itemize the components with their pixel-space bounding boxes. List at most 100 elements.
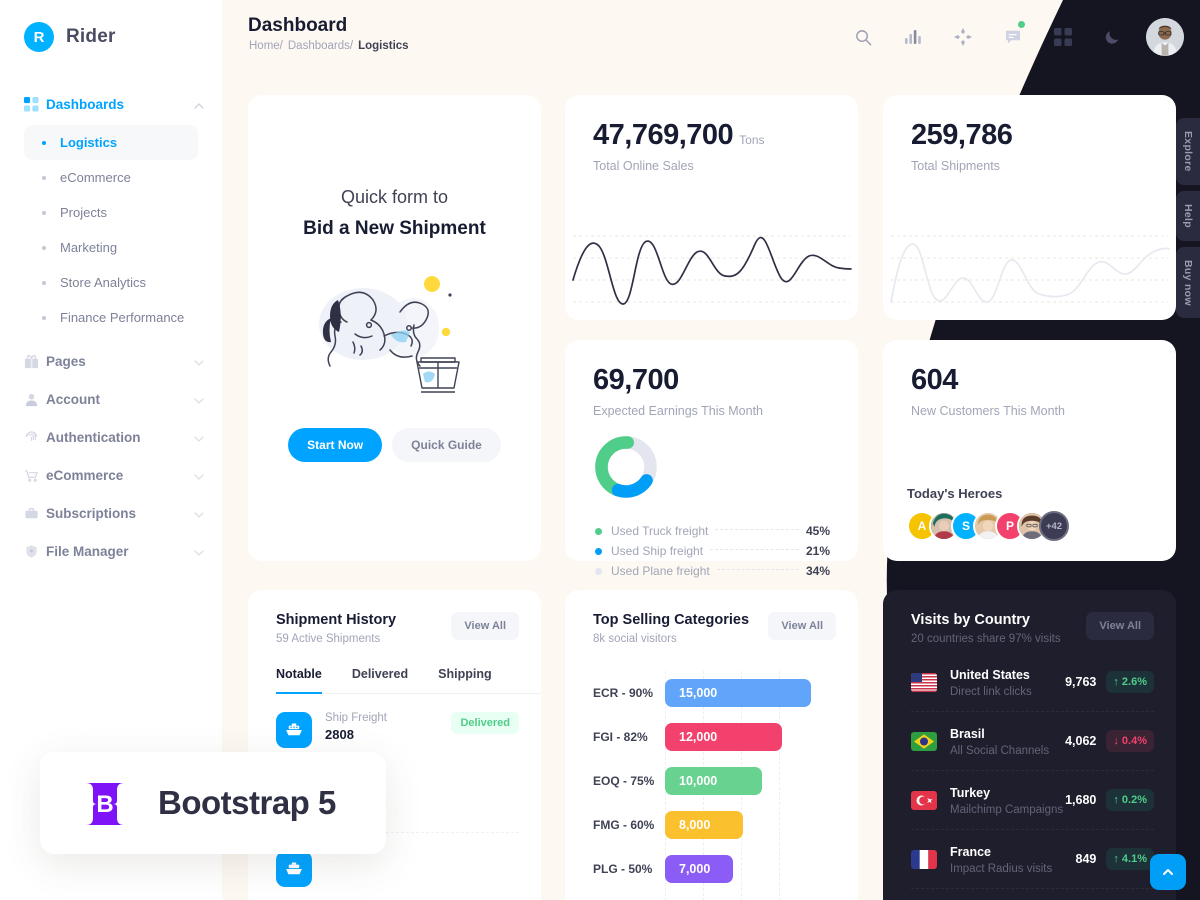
- apps-icon[interactable]: [946, 20, 980, 54]
- search-icon[interactable]: [846, 20, 880, 54]
- top-categories-header: Top Selling Categories 8k social visitor…: [565, 590, 858, 645]
- visits-row[interactable]: United States Direct link clicks 9,763 ↑…: [883, 653, 1176, 711]
- sidebar-item-dashboards[interactable]: Dashboards: [0, 85, 222, 123]
- visits-source: Direct link clicks: [950, 686, 1032, 698]
- bootstrap-overlay-card[interactable]: B Bootstrap 5: [40, 752, 386, 854]
- quick-form-actions: Start Now Quick Guide: [248, 428, 541, 462]
- edge-tab-buy-now[interactable]: Buy now: [1176, 246, 1200, 319]
- earnings-value: 69,700: [593, 364, 679, 396]
- legend-label-plane: Used Plane freight: [611, 564, 710, 578]
- breadcrumb-dashboards[interactable]: Dashboards/: [288, 40, 353, 52]
- shipment-history-subtitle: 59 Active Shipments: [276, 633, 381, 645]
- tab-delivered[interactable]: Delivered: [352, 667, 408, 694]
- avatar[interactable]: [1146, 18, 1184, 56]
- visits-change: ↑ 2.6%: [1106, 671, 1154, 693]
- top-categories-view-all-button[interactable]: View All: [768, 612, 836, 640]
- sidebar-submenu-dashboards: Logistics eCommerce Projects Marketing S…: [0, 125, 222, 335]
- flag-br-icon: [911, 731, 937, 751]
- customers-value: 604: [911, 364, 958, 396]
- svg-text:B: B: [96, 791, 113, 818]
- flag-fr-icon: [911, 849, 937, 869]
- visits-row[interactable]: Turkey Mailchimp Campaigns 1,680 ↑ 0.2%: [883, 771, 1176, 829]
- edge-tab-explore[interactable]: Explore: [1176, 118, 1200, 185]
- legend-label-truck: Used Truck freight: [611, 524, 709, 538]
- brand-logo[interactable]: R Rider: [0, 0, 222, 52]
- breadcrumb: Home/ Dashboards/ Logistics: [249, 40, 409, 52]
- visits-row[interactable]: France Impact Radius visits 849 ↑ 4.1%: [883, 830, 1176, 888]
- sidebar-item-marketing[interactable]: Marketing: [24, 230, 198, 265]
- moon-icon[interactable]: [1096, 20, 1130, 54]
- flag-us-icon: [911, 672, 937, 692]
- bar-label-ecr: ECR - 90%: [593, 686, 654, 700]
- tab-notable[interactable]: Notable: [276, 667, 322, 694]
- sidebar-item-authentication[interactable]: Authentication: [0, 418, 222, 456]
- sidebar-label-projects: Projects: [60, 205, 107, 220]
- quick-form-illustration: [248, 262, 541, 402]
- breadcrumb-home[interactable]: Home/: [249, 40, 283, 52]
- sidebar-label-store-analytics: Store Analytics: [60, 275, 146, 290]
- scroll-to-top-button[interactable]: [1150, 854, 1186, 890]
- sidebar-item-ecommerce[interactable]: eCommerce: [0, 456, 222, 494]
- sidebar-item-store-analytics[interactable]: Store Analytics: [24, 265, 198, 300]
- bullet-icon: [42, 210, 46, 215]
- legend-dot-ship: [595, 547, 602, 555]
- legend-value-truck: 45%: [805, 524, 830, 538]
- freight-legend: Used Truck freight 45% Used Ship freight…: [595, 521, 830, 581]
- analytics-icon[interactable]: [896, 20, 930, 54]
- bar-value-ecr: 15,000: [665, 679, 811, 707]
- visits-row[interactable]: India Many Sources 604 ↓ 8.3%: [883, 889, 1176, 900]
- sidebar-label-authentication: Authentication: [46, 429, 141, 445]
- shipments-sparkline: [890, 235, 1170, 303]
- legend-dot-truck: [595, 527, 602, 535]
- visits-country: Brasil: [950, 727, 985, 741]
- hero-avatar-more[interactable]: +42: [1039, 511, 1069, 541]
- legend-filler: [715, 529, 799, 530]
- customers-stat-block: 604 New Customers This Month: [883, 340, 1176, 418]
- pages-icon: [24, 354, 46, 369]
- bar-row: EOQ - 75% 10,000: [593, 759, 840, 803]
- bullet-icon: [42, 140, 46, 145]
- sidebar-label-subscriptions: Subscriptions: [46, 505, 137, 521]
- sidebar-item-pages[interactable]: Pages: [0, 342, 222, 380]
- shipments-stat-block: 259,786 Total Shipments: [883, 95, 1176, 173]
- tab-shipping[interactable]: Shipping: [438, 667, 491, 694]
- sidebar-label-ecommerce: eCommerce: [46, 467, 124, 483]
- start-now-button[interactable]: Start Now: [288, 428, 383, 462]
- sidebar-item-subscriptions[interactable]: Subscriptions: [0, 494, 222, 532]
- shipment-code: 2808: [325, 727, 354, 742]
- bar-value-eoq: 10,000: [665, 767, 762, 795]
- legend-row: Used Ship freight 21%: [595, 541, 830, 561]
- visits-text: United States Direct link clicks: [950, 666, 1065, 698]
- sidebar-item-account[interactable]: Account: [0, 380, 222, 418]
- shipment-history-header: Shipment History 59 Active Shipments Vie…: [248, 590, 541, 645]
- quick-guide-button[interactable]: Quick Guide: [392, 428, 501, 462]
- sidebar-item-file-manager[interactable]: File Manager: [0, 532, 222, 570]
- sidebar-item-logistics[interactable]: Logistics: [24, 125, 198, 160]
- bar-value-fgi: 12,000: [665, 723, 782, 751]
- bootstrap-logo-icon: B: [76, 777, 134, 829]
- visits-text: Turkey Mailchimp Campaigns: [950, 784, 1065, 816]
- sidebar-label-finance-performance: Finance Performance: [60, 310, 185, 325]
- legend-filler: [710, 549, 799, 550]
- visits-title: Visits by Country: [911, 612, 1030, 628]
- sales-label: Total Online Sales: [593, 159, 694, 173]
- grid-icon[interactable]: [1046, 20, 1080, 54]
- bar-label-eoq: EOQ - 75%: [593, 774, 655, 788]
- chat-icon[interactable]: [996, 20, 1030, 54]
- bar-row: FMG - 60% 8,000: [593, 803, 840, 847]
- sidebar-item-projects[interactable]: Projects: [24, 195, 198, 230]
- sidebar-item-ecommerce-dash[interactable]: eCommerce: [24, 160, 198, 195]
- visits-count: 9,763: [1065, 675, 1097, 689]
- chevron-down-icon: [194, 468, 204, 483]
- shield-icon: [24, 544, 46, 559]
- earnings-stat-block: 69,700 Expected Earnings This Month: [565, 340, 858, 418]
- visits-subtitle: 20 countries share 97% visits: [911, 633, 1061, 645]
- sales-unit: Tons: [739, 133, 765, 147]
- visits-change: ↑ 4.1%: [1106, 848, 1154, 870]
- visits-row[interactable]: Brasil All Social Channels 4,062 ↓ 0.4%: [883, 712, 1176, 770]
- shipment-history-view-all-button[interactable]: View All: [451, 612, 519, 640]
- sidebar-item-finance-performance[interactable]: Finance Performance: [24, 300, 198, 335]
- edge-tab-help[interactable]: Help: [1176, 190, 1200, 241]
- card-visits-by-country: Visits by Country 20 countries share 97%…: [883, 590, 1176, 900]
- visits-view-all-button[interactable]: View All: [1086, 612, 1154, 640]
